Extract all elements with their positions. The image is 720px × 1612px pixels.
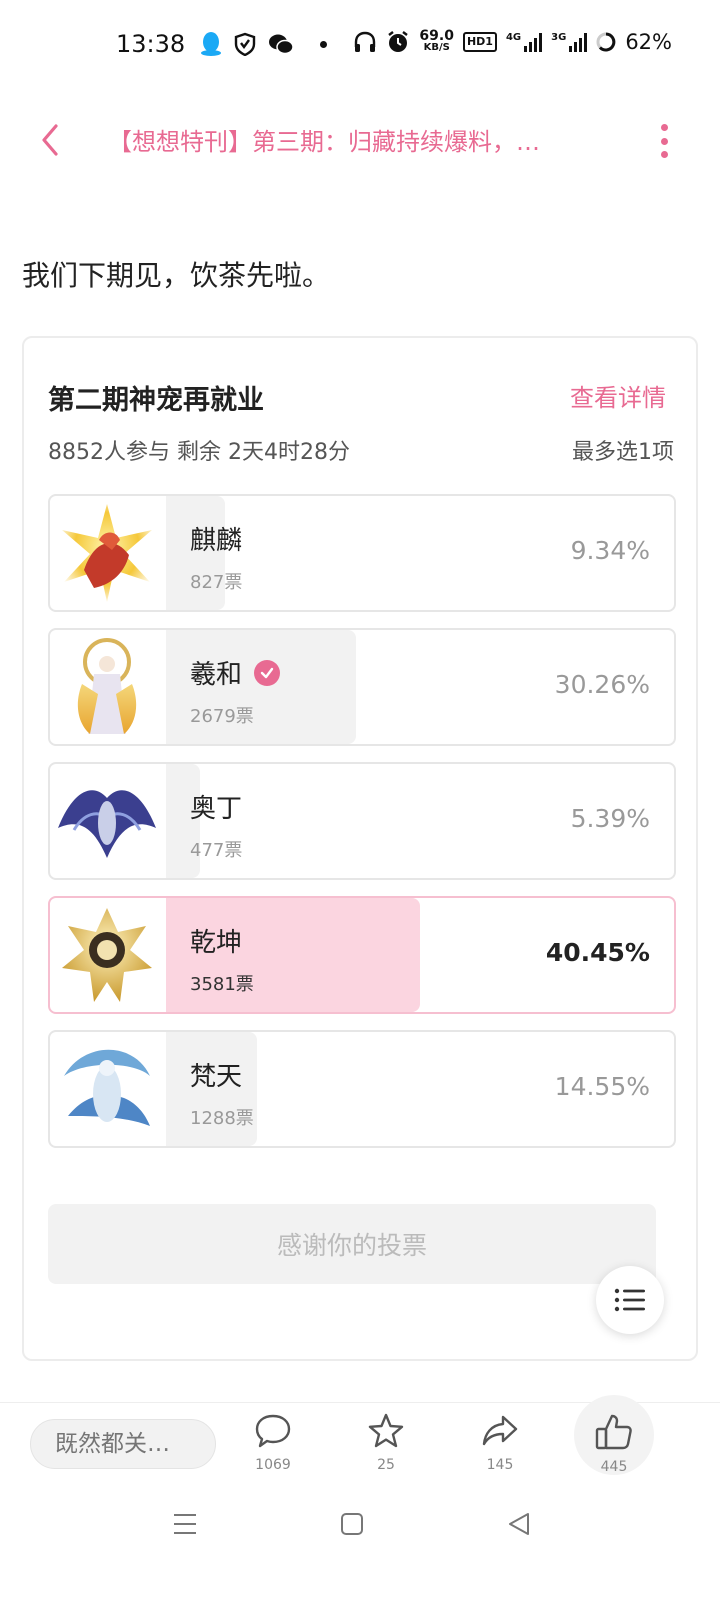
- top-app-bar: 【想想特刊】第三期：归藏持续爆料，…: [0, 100, 720, 180]
- option-votes: 2679票: [190, 706, 254, 727]
- poll-option[interactable]: 梵天 1288票 14.55%: [48, 1030, 676, 1148]
- signal-4g-label: 4G: [505, 32, 522, 43]
- option-name-row: 麒麟: [190, 520, 242, 557]
- dot-icon: [320, 40, 327, 48]
- option-name: 梵天: [190, 1062, 243, 1092]
- likes-count: 445: [600, 1459, 628, 1475]
- option-name: 乾坤: [190, 928, 243, 958]
- menu-icon[interactable]: [172, 1512, 198, 1536]
- article-text: 我们下期见，饮茶先啦。: [22, 259, 331, 292]
- comment-input[interactable]: [30, 1419, 216, 1469]
- option-votes: 477票: [190, 840, 243, 861]
- back-nav-icon[interactable]: [506, 1512, 532, 1536]
- option-percent: 40.45%: [545, 938, 650, 967]
- share-button[interactable]: 145: [460, 1413, 540, 1473]
- poll-option[interactable]: 麒麟 827票 9.34%: [48, 494, 676, 612]
- battery-percent: 62%: [625, 30, 672, 54]
- option-name: 羲和: [190, 660, 243, 690]
- share-icon: [482, 1415, 518, 1446]
- option-votes: 3581票: [190, 974, 254, 995]
- system-status-icons: 69.0 KB/S HD1 4G 3G 62%: [353, 28, 672, 54]
- poll-option[interactable]: 羲和 2679票 30.26%: [48, 628, 676, 746]
- poll-option-selected[interactable]: 乾坤 3581票 40.45%: [48, 896, 676, 1014]
- option-name-row: 羲和: [190, 654, 281, 691]
- status-bar: 13:38 69.0 KB/S HD1 4G 3G 62%: [0, 0, 720, 90]
- option-name-row: 奥丁: [190, 788, 242, 825]
- shield-icon: [234, 32, 256, 56]
- view-details-link[interactable]: 查看详情: [570, 378, 666, 413]
- signal-4g-icon: 4G: [505, 32, 543, 52]
- option-thumbnail: [54, 634, 160, 740]
- net-speed-value: 69.0: [419, 28, 454, 44]
- status-time: 13:38: [116, 30, 186, 58]
- option-percent: 9.34%: [570, 536, 650, 565]
- vote-submit-button: 感谢你的投票: [48, 1204, 656, 1284]
- option-thumbnail: [54, 500, 160, 606]
- back-icon[interactable]: [36, 120, 66, 160]
- page-title: 【想想特刊】第三期：归藏持续爆料，…: [108, 128, 540, 156]
- net-speed: 69.0 KB/S: [419, 28, 454, 54]
- option-percent: 5.39%: [570, 804, 650, 833]
- thumbs-up-icon: [595, 1414, 632, 1450]
- signal-3g-label: 3G: [551, 32, 567, 43]
- option-percent: 30.26%: [554, 670, 650, 699]
- star-icon: [368, 1413, 404, 1448]
- poll-title: 第二期神宠再就业: [48, 385, 264, 416]
- option-votes: 1288票: [190, 1108, 254, 1129]
- qq-icon: [201, 32, 221, 56]
- net-speed-unit: KB/S: [423, 42, 450, 53]
- check-badge-icon: [254, 659, 281, 686]
- like-button[interactable]: 445: [574, 1413, 654, 1475]
- option-percent: 14.55%: [554, 1072, 650, 1101]
- option-thumbnail: [54, 768, 160, 874]
- favorites-count: 25: [377, 1457, 395, 1473]
- option-name: 奥丁: [190, 794, 243, 824]
- hd-badge: HD1: [462, 32, 497, 52]
- option-name: 麒麟: [190, 526, 243, 556]
- favorite-button[interactable]: 25: [346, 1413, 426, 1473]
- alarm-icon: [388, 31, 409, 52]
- option-thumbnail: [54, 1036, 160, 1142]
- signal-3g-icon: 3G: [551, 32, 588, 52]
- bottom-action-bar: 1069 25 145 445: [0, 1395, 720, 1493]
- option-name-row: 乾坤: [190, 922, 242, 959]
- battery-icon: [596, 32, 616, 52]
- list-icon: [614, 1288, 645, 1312]
- comment-button[interactable]: 1069: [233, 1413, 313, 1473]
- option-name-row: 梵天: [190, 1056, 242, 1093]
- poll-card: 第二期神宠再就业 查看详情 8852人参与 剩余 2天4时28分 最多选1项 麒…: [22, 336, 698, 1361]
- notification-icons: [200, 31, 327, 57]
- wechat-icon: [269, 34, 294, 55]
- home-icon[interactable]: [340, 1512, 364, 1536]
- system-nav-bar: [0, 1492, 720, 1612]
- more-options-icon[interactable]: [658, 124, 670, 158]
- shares-count: 145: [486, 1457, 514, 1473]
- comments-count: 1069: [255, 1457, 291, 1473]
- table-of-contents-button[interactable]: [596, 1266, 664, 1334]
- option-thumbnail: [54, 902, 160, 1008]
- headphones-icon: [355, 31, 376, 52]
- option-votes: 827票: [190, 572, 243, 593]
- poll-participants: 8852人参与 剩余 2天4时28分: [48, 440, 350, 465]
- poll-selection-limit: 最多选1项: [572, 440, 674, 465]
- poll-option[interactable]: 奥丁 477票 5.39%: [48, 762, 676, 880]
- comment-icon: [255, 1414, 291, 1448]
